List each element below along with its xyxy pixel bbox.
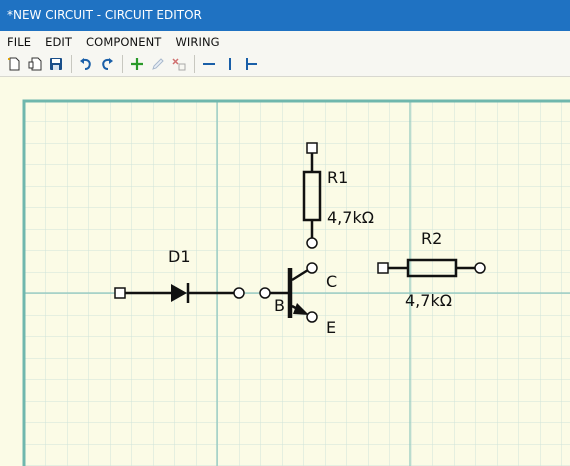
undo-button[interactable]: [76, 54, 96, 74]
r1-value-label: 4,7kΩ: [327, 208, 374, 227]
q1-base-terminal: [259, 287, 271, 299]
delete-component-button[interactable]: [169, 54, 189, 74]
open-file-button[interactable]: [25, 54, 45, 74]
redo-icon: [102, 57, 113, 70]
d1-anode-terminal: [114, 287, 126, 299]
delete-icon: [172, 57, 186, 70]
q1-base-label: B: [274, 296, 285, 315]
q1-emitter-label: E: [326, 318, 337, 337]
junction-icon: [246, 57, 257, 70]
circuit-canvas[interactable]: R1 4,7kΩ R2 4,7kΩ D1 B C E: [0, 77, 570, 466]
menu-file[interactable]: FILE: [0, 33, 38, 49]
new-file-button[interactable]: [4, 54, 24, 74]
r2-right-terminal: [474, 262, 486, 274]
q1-collector-terminal: [306, 262, 318, 274]
r1-bottom-terminal: [306, 237, 318, 249]
edit-component-button[interactable]: [148, 54, 168, 74]
toolbar: [0, 51, 570, 77]
toolbar-separator: [194, 54, 195, 73]
add-icon: [131, 57, 143, 70]
schematic-drawing: [22, 99, 570, 466]
vertical-wire-button[interactable]: [220, 54, 240, 74]
edit-icon: [152, 57, 164, 70]
vertical-wire-icon: [229, 57, 231, 70]
add-component-button[interactable]: [127, 54, 147, 74]
r2-name-label: R2: [421, 229, 443, 248]
undo-icon: [80, 57, 91, 70]
d1-name-label: D1: [168, 247, 191, 266]
menu-wiring[interactable]: WIRING: [168, 33, 226, 49]
r2-value-label: 4,7kΩ: [405, 291, 452, 310]
save-button[interactable]: [46, 54, 66, 74]
open-file-icon: [28, 57, 42, 70]
junction-wire-button[interactable]: [241, 54, 261, 74]
r1-top-terminal: [306, 142, 318, 154]
window-title: *NEW CIRCUIT - CIRCUIT EDITOR: [0, 0, 570, 31]
menu-edit[interactable]: EDIT: [38, 33, 79, 49]
d1-cathode-terminal: [233, 287, 245, 299]
grid: [24, 100, 570, 466]
r2-left-terminal: [377, 262, 389, 274]
menu-component[interactable]: COMPONENT: [79, 33, 168, 49]
menu-bar: FILE EDIT COMPONENT WIRING: [0, 31, 570, 51]
q1-emitter-terminal: [306, 311, 318, 323]
new-file-icon: [8, 57, 20, 70]
q1-collector-label: C: [326, 272, 338, 291]
save-icon: [50, 57, 62, 70]
toolbar-separator: [71, 54, 72, 73]
horizontal-wire-button[interactable]: [199, 54, 219, 74]
redo-button[interactable]: [97, 54, 117, 74]
toolbar-separator: [122, 54, 123, 73]
horizontal-wire-icon: [203, 62, 215, 65]
r1-name-label: R1: [327, 168, 349, 187]
